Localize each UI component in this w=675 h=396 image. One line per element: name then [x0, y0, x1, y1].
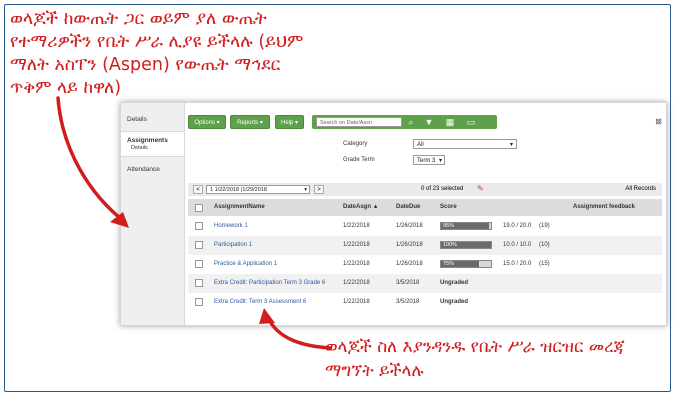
- nav-details[interactable]: Details: [121, 111, 184, 131]
- assignment-name-link[interactable]: Participation 1: [214, 242, 252, 248]
- search-input[interactable]: Search on Date/Assn: [316, 117, 402, 127]
- row-checkbox[interactable]: [195, 222, 203, 230]
- date-range-select[interactable]: 1 1/22/2018 (1/29/2018 ▾: [206, 185, 310, 194]
- select-all-checkbox[interactable]: [195, 204, 203, 212]
- date-assigned: 1/22/2018: [343, 261, 370, 267]
- grade-term-label: Grade Term: [343, 157, 375, 163]
- col-feedback[interactable]: Assignment feedback: [573, 204, 635, 210]
- table-row: Extra Credit: Term 3 Assessment 6 1/22/20…: [188, 293, 662, 312]
- nav-attendance[interactable]: Attendance: [121, 161, 184, 181]
- date-assigned: 1/22/2018: [343, 223, 370, 229]
- table-header: AssignmentName DateAsgn ▲ DateDue Score …: [188, 199, 662, 216]
- date-range-value: 1 1/22/2018 (1/29/2018: [210, 187, 267, 193]
- category-select-value: All: [417, 142, 424, 148]
- col-assignment-name[interactable]: AssignmentName: [214, 204, 265, 210]
- grade-term-select[interactable]: Term 3 ▾: [413, 155, 445, 165]
- assignment-name-link[interactable]: Extra Credit: Term 3 Assessment 6: [214, 299, 306, 305]
- date-due: 3/5/2018: [396, 280, 420, 286]
- score-percent: 95%: [443, 223, 455, 229]
- score-bar: 95%: [440, 220, 496, 230]
- all-records-label[interactable]: All Records: [625, 186, 656, 192]
- ungraded-label: Ungraded: [440, 280, 469, 286]
- eraser-icon[interactable]: ✎: [477, 184, 484, 193]
- row-checkbox[interactable]: [195, 298, 203, 306]
- date-assigned: 1/22/2018: [343, 280, 370, 286]
- chevron-down-icon: ▾: [438, 158, 442, 164]
- assignment-name-link[interactable]: Extra Credit: Participation Term 3 Grade…: [214, 280, 325, 286]
- score-raw: (10): [539, 242, 550, 248]
- ungraded-label: Ungraded: [440, 299, 469, 305]
- date-due: 1/26/2018: [396, 223, 423, 229]
- nav-assignments-sub[interactable]: Details: [127, 145, 184, 151]
- score-percent: 100%: [443, 242, 458, 248]
- search-icon[interactable]: ⌕: [404, 116, 418, 128]
- score-raw: (19): [539, 223, 550, 229]
- table-row: Participation 1 1/22/2018 1/26/2018 100% 10.…: [188, 236, 662, 255]
- columns-icon[interactable]: ▦: [443, 116, 457, 128]
- col-score[interactable]: Score: [440, 204, 457, 210]
- date-due: 1/26/2018: [396, 261, 423, 267]
- pager: < 1 1/22/2018 (1/29/2018 ▾ > 0 of 23 sel…: [188, 183, 662, 196]
- options-button[interactable]: Options: [188, 115, 226, 129]
- date-assigned: 1/22/2018: [343, 299, 370, 305]
- table-row: Extra Credit: Participation Term 3 Grade…: [188, 274, 662, 293]
- date-assigned: 1/22/2018: [343, 242, 370, 248]
- col-date-due[interactable]: DateDue: [396, 204, 420, 210]
- reports-button[interactable]: Reports: [230, 115, 270, 129]
- score-points: 10.0 / 10.0: [503, 242, 532, 248]
- score-percent: 75%: [443, 261, 455, 267]
- annotation-bottom: ወላጆች ስለ እያንዳንዱ የቤት ሥራ ዝርዝር መረጃ ማግኘት ይችላሉ: [325, 337, 625, 381]
- nav-assignments[interactable]: Assignments Details: [121, 131, 184, 157]
- score-bar: 75%: [440, 258, 496, 268]
- selected-count: 0 of 23 selected: [421, 186, 464, 192]
- grade-term-value: Term 3: [417, 158, 436, 164]
- date-due: 3/5/2018: [396, 299, 420, 305]
- col-date-assigned[interactable]: DateAsgn ▲: [343, 204, 379, 210]
- row-checkbox[interactable]: [195, 279, 203, 287]
- side-nav: Details Assignments Details Attendance: [121, 103, 185, 325]
- table-row: Practice & Application 1 1/22/2018 1/26/20…: [188, 255, 662, 274]
- help-button[interactable]: Help: [275, 115, 304, 129]
- category-label: Category: [343, 141, 368, 147]
- score-points: 15.0 / 20.0: [503, 261, 532, 267]
- aspen-screenshot: Details Assignments Details Attendance O…: [120, 102, 667, 326]
- prev-page-button[interactable]: <: [193, 185, 203, 194]
- filter-icon[interactable]: ▼: [422, 116, 436, 128]
- row-checkbox[interactable]: [195, 260, 203, 268]
- nav-assignments-label: Assignments: [127, 137, 168, 144]
- row-checkbox[interactable]: [195, 241, 203, 249]
- annotation-top: ወላጆች ከውጤት ጋር ወይም ያለ ውጤት የተማሪዎችን የቤት ሥራ ሊ…: [10, 9, 304, 98]
- category-select[interactable]: All ▾: [413, 139, 517, 149]
- score-bar: 100%: [440, 239, 496, 249]
- table-row: Homework 1 1/22/2018 1/26/2018 95% 19.0 / 20…: [188, 217, 662, 236]
- score-raw: (15): [539, 261, 550, 267]
- chevron-down-icon: ▾: [509, 142, 513, 148]
- close-icon[interactable]: ⊠: [655, 117, 662, 126]
- date-due: 1/26/2018: [396, 242, 423, 248]
- score-points: 19.0 / 20.0: [503, 223, 532, 229]
- next-page-button[interactable]: >: [314, 185, 324, 194]
- assignment-name-link[interactable]: Practice & Application 1: [214, 261, 277, 267]
- view-icon[interactable]: ▭: [464, 116, 478, 128]
- search-bar: Search on Date/Assn ⌕ ▼ ▦ ▭: [312, 115, 497, 129]
- chevron-down-icon: ▾: [304, 187, 307, 193]
- assignment-name-link[interactable]: Homework 1: [214, 223, 248, 229]
